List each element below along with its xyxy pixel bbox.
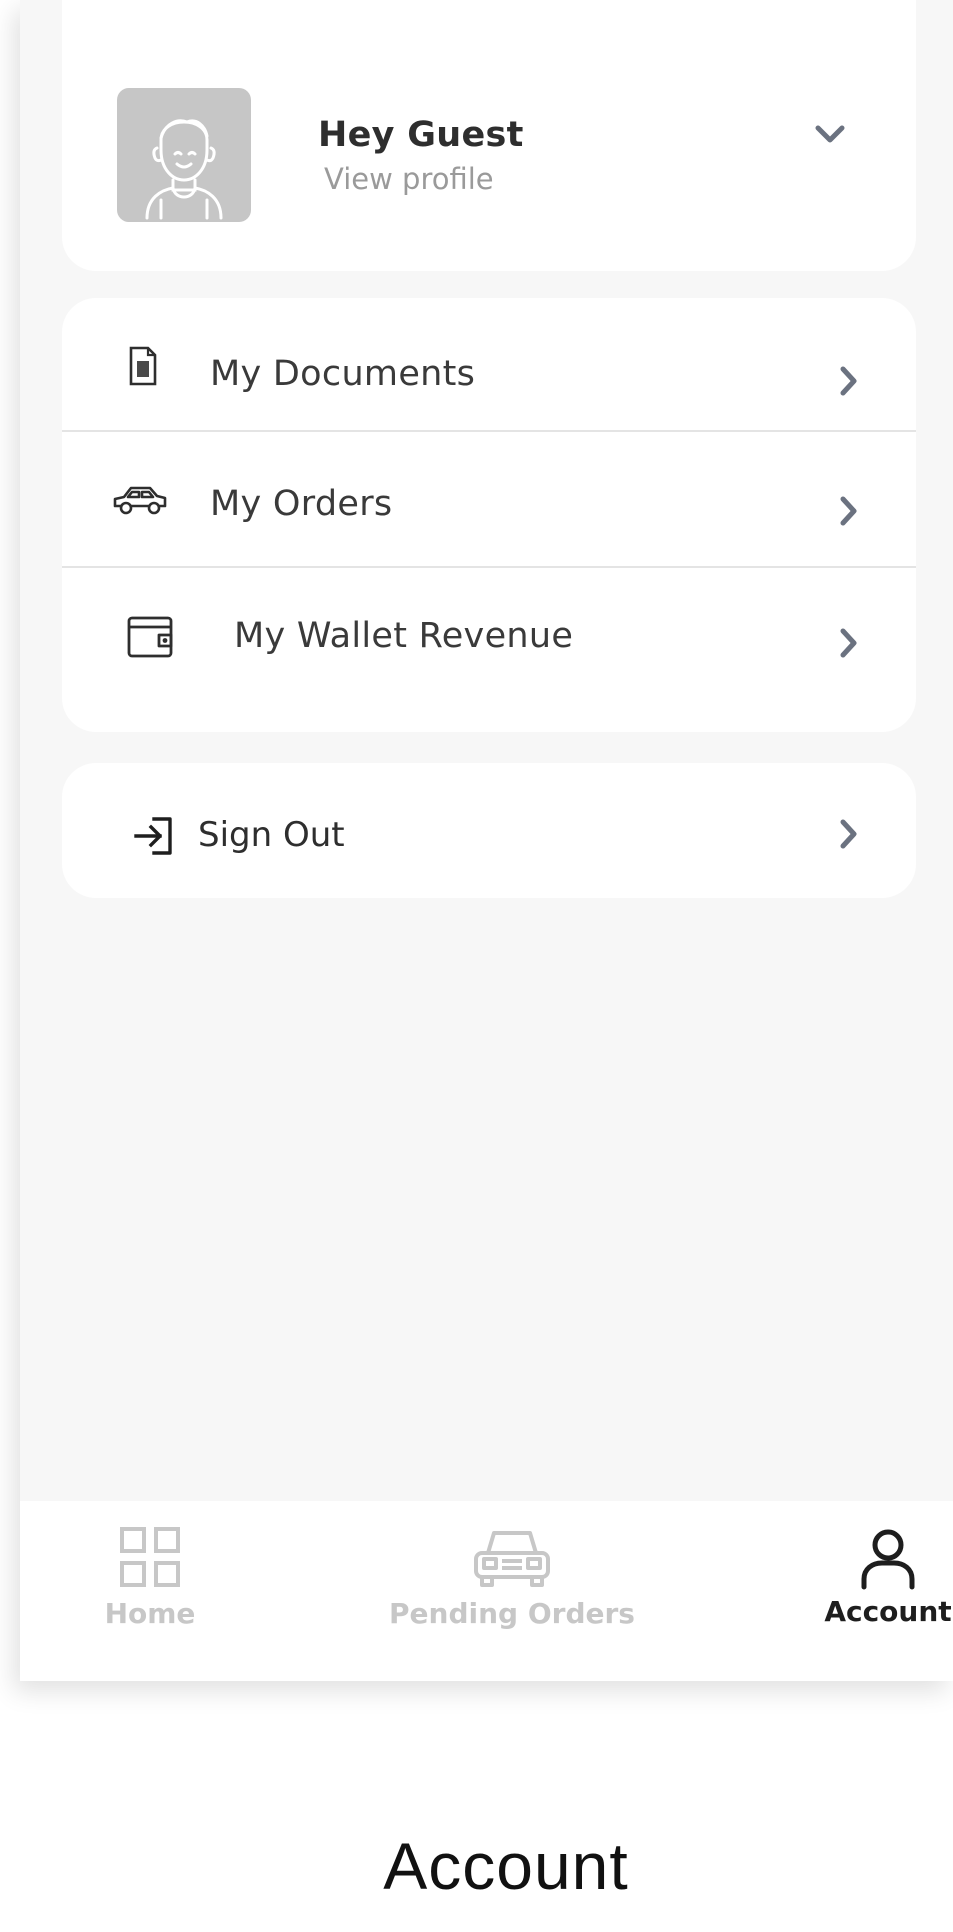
menu-item-my-orders[interactable]: My Orders xyxy=(62,434,916,568)
avatar[interactable] xyxy=(117,88,251,222)
chevron-down-icon[interactable] xyxy=(810,120,850,150)
chevron-right-icon xyxy=(840,496,857,526)
chevron-right-icon xyxy=(840,628,857,658)
view-profile-link[interactable]: View profile xyxy=(324,162,494,196)
nav-item-account[interactable]: Account xyxy=(815,1527,953,1628)
app-screen: Hey Guest View profile My Documents My O… xyxy=(20,0,953,1681)
avatar-illustration xyxy=(145,119,223,220)
nav-label: Home xyxy=(104,1597,196,1630)
car-icon xyxy=(474,1531,550,1587)
page-caption: Account xyxy=(383,1829,629,1903)
nav-item-pending-orders[interactable]: Pending Orders xyxy=(376,1525,648,1630)
user-icon xyxy=(861,1529,915,1590)
profile-card[interactable]: Hey Guest View profile xyxy=(62,0,916,271)
menu-item-label: My Wallet Revenue xyxy=(234,616,574,656)
menu-item-my-wallet-revenue[interactable]: My Wallet Revenue xyxy=(62,570,916,730)
menu-item-label: My Documents xyxy=(210,354,476,394)
bottom-navigation: Home Pending Orders Account xyxy=(20,1501,953,1681)
chevron-right-icon xyxy=(840,819,857,849)
menu-item-label: My Orders xyxy=(210,484,393,524)
wallet-icon xyxy=(127,616,173,658)
menu-card: My Documents My Orders My Wallet Revenue xyxy=(62,298,916,732)
sign-out-button[interactable]: Sign Out xyxy=(62,763,916,898)
sign-out-label: Sign Out xyxy=(198,815,345,855)
profile-greeting: Hey Guest xyxy=(318,115,524,155)
car-icon xyxy=(113,486,167,515)
sign-in-arrow-icon xyxy=(134,817,172,855)
nav-label: Account xyxy=(824,1595,952,1628)
nav-item-home[interactable]: Home xyxy=(68,1525,232,1630)
grid-icon xyxy=(120,1527,180,1587)
document-icon xyxy=(129,346,157,386)
menu-item-my-documents[interactable]: My Documents xyxy=(62,298,916,432)
nav-label: Pending Orders xyxy=(389,1597,635,1630)
chevron-right-icon xyxy=(840,366,857,396)
